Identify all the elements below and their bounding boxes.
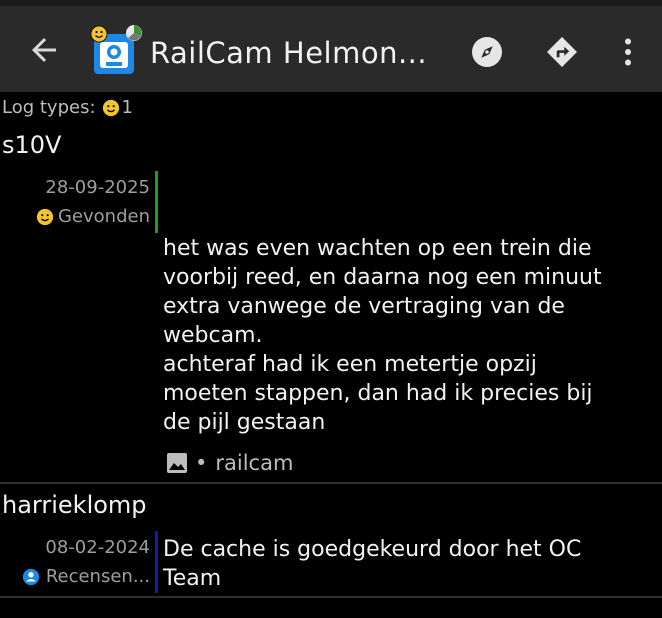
log-attachment[interactable]: • railcam [165,451,293,475]
log-divider [0,482,662,484]
log-date: 08-02-2024 [45,537,150,558]
webcam-cache-icon [90,25,142,74]
app-bar: RailCam Helmon... [0,0,662,92]
back-arrow-icon[interactable] [26,32,62,68]
log-divider [0,596,662,598]
directions-icon[interactable] [544,34,580,70]
found-count: 1 [121,97,133,118]
found-smiley-icon [102,99,119,116]
compass-icon[interactable] [469,34,505,70]
log-type-label: Gevonden [57,206,150,227]
reviewer-person-icon [22,568,39,586]
log-username[interactable]: s10V [2,131,61,159]
log-username[interactable]: harrieklomp [2,491,147,519]
log-date: 28-09-2025 [45,177,150,198]
log-type: Gevonden [0,203,150,231]
found-smiley-icon [36,208,54,226]
overflow-menu-icon[interactable] [610,34,646,70]
log-text: De cache is goedgekeurd door het OC Team [163,537,582,591]
log-types-summary: Log types: 1 [2,97,133,118]
log-text: het was even wachten op een trein die vo… [163,236,602,435]
log-meta: 08-02-2024 Recensen... [0,533,150,591]
log-meta: 28-09-2025 Gevonden [0,173,150,231]
log-type-indicator [155,171,158,233]
image-icon [167,453,187,473]
page-title: RailCam Helmon... [150,36,428,70]
attachment-separator: • [195,451,208,475]
log-types-label: Log types: [2,97,96,118]
log-type-indicator [155,531,158,593]
log-type-label: Recensen... [45,566,150,587]
attachment-label: railcam [215,451,294,475]
log-type: Recensen... [0,563,150,591]
